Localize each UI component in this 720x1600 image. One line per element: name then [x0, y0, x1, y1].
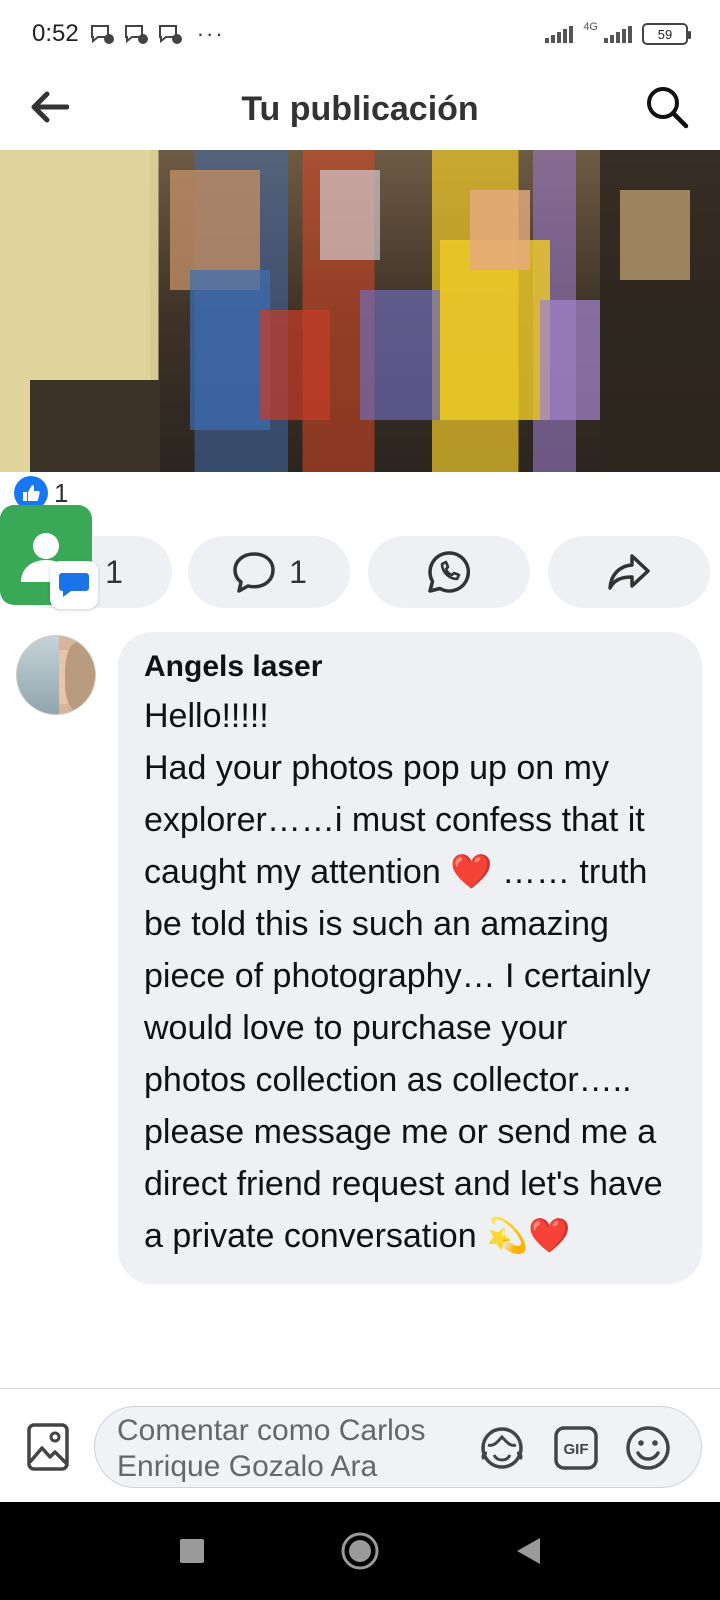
svg-text:GIF: GIF	[564, 1441, 589, 1458]
whatsapp-icon	[428, 551, 471, 593]
composer-divider	[0, 1388, 720, 1389]
comment-text: Hello!!!!! Had your photos pop up on my …	[144, 697, 663, 1255]
comment-placeholder: Comentar como Carlos Enrique Gozalo Ara	[117, 1414, 426, 1483]
commenter-avatar[interactable]	[16, 635, 96, 715]
home-icon	[341, 1532, 379, 1570]
comment-button[interactable]: 1	[188, 536, 350, 608]
comment-composer: Comentar como Carlos Enrique Gozalo Ara …	[0, 1400, 720, 1500]
emoji-button[interactable]	[623, 1423, 673, 1473]
page-title: Tu publicación	[241, 89, 479, 128]
recents-icon	[180, 1539, 204, 1563]
messenger-notification-icon	[158, 25, 182, 44]
avatar-sticker-icon	[481, 1427, 523, 1469]
battery-icon: 59	[642, 23, 691, 45]
share-icon	[608, 554, 650, 590]
avatar-sticker-button[interactable]	[477, 1423, 527, 1473]
signal-icon	[545, 25, 574, 43]
add-photo-button[interactable]	[26, 1422, 70, 1472]
reaction-count: 1	[54, 477, 69, 508]
back-button[interactable]	[26, 84, 72, 130]
chat-bubble-icon	[59, 573, 89, 597]
search-button[interactable]	[642, 82, 692, 132]
status-bar: 0:52 ··· 4G 59	[0, 0, 720, 68]
messenger-notification-icon	[124, 25, 148, 44]
like-count: 1	[105, 553, 123, 590]
app-header: Tu publicación	[0, 68, 720, 150]
post-actions: 1 1	[0, 536, 720, 610]
arrow-left-icon	[31, 91, 69, 123]
messenger-notification-icon	[90, 25, 114, 44]
messages-badge	[50, 561, 98, 609]
comment-bubble[interactable]: Angels laser Hello!!!!! Had your photos …	[118, 632, 702, 1284]
status-right: 4G 59	[545, 21, 691, 45]
chat-head[interactable]	[0, 505, 98, 609]
photo-icon	[27, 1423, 69, 1471]
search-icon	[647, 87, 689, 129]
gif-button[interactable]: GIF	[551, 1423, 601, 1473]
whatsapp-share-button[interactable]	[368, 536, 530, 608]
nav-back-button[interactable]	[506, 1529, 550, 1573]
comment-input[interactable]: Comentar como Carlos Enrique Gozalo Ara …	[94, 1406, 702, 1488]
status-notifications	[89, 23, 183, 45]
home-button[interactable]	[338, 1529, 382, 1573]
status-time: 0:52	[32, 20, 79, 47]
system-nav-bar	[0, 1502, 720, 1600]
recents-button[interactable]	[170, 1529, 214, 1573]
battery-level: 59	[657, 26, 673, 42]
emoji-icon	[626, 1426, 670, 1470]
comment-icon	[233, 552, 275, 593]
post-photo[interactable]	[0, 150, 720, 472]
gif-icon: GIF	[554, 1426, 598, 1470]
status-overflow: ···	[196, 21, 225, 46]
comment-author[interactable]: Angels laser	[144, 650, 676, 684]
back-icon	[517, 1538, 540, 1564]
signal-icon-2	[604, 25, 632, 43]
network-label: 4G	[583, 21, 598, 33]
share-button[interactable]	[548, 536, 710, 608]
comment-count: 1	[289, 553, 307, 590]
